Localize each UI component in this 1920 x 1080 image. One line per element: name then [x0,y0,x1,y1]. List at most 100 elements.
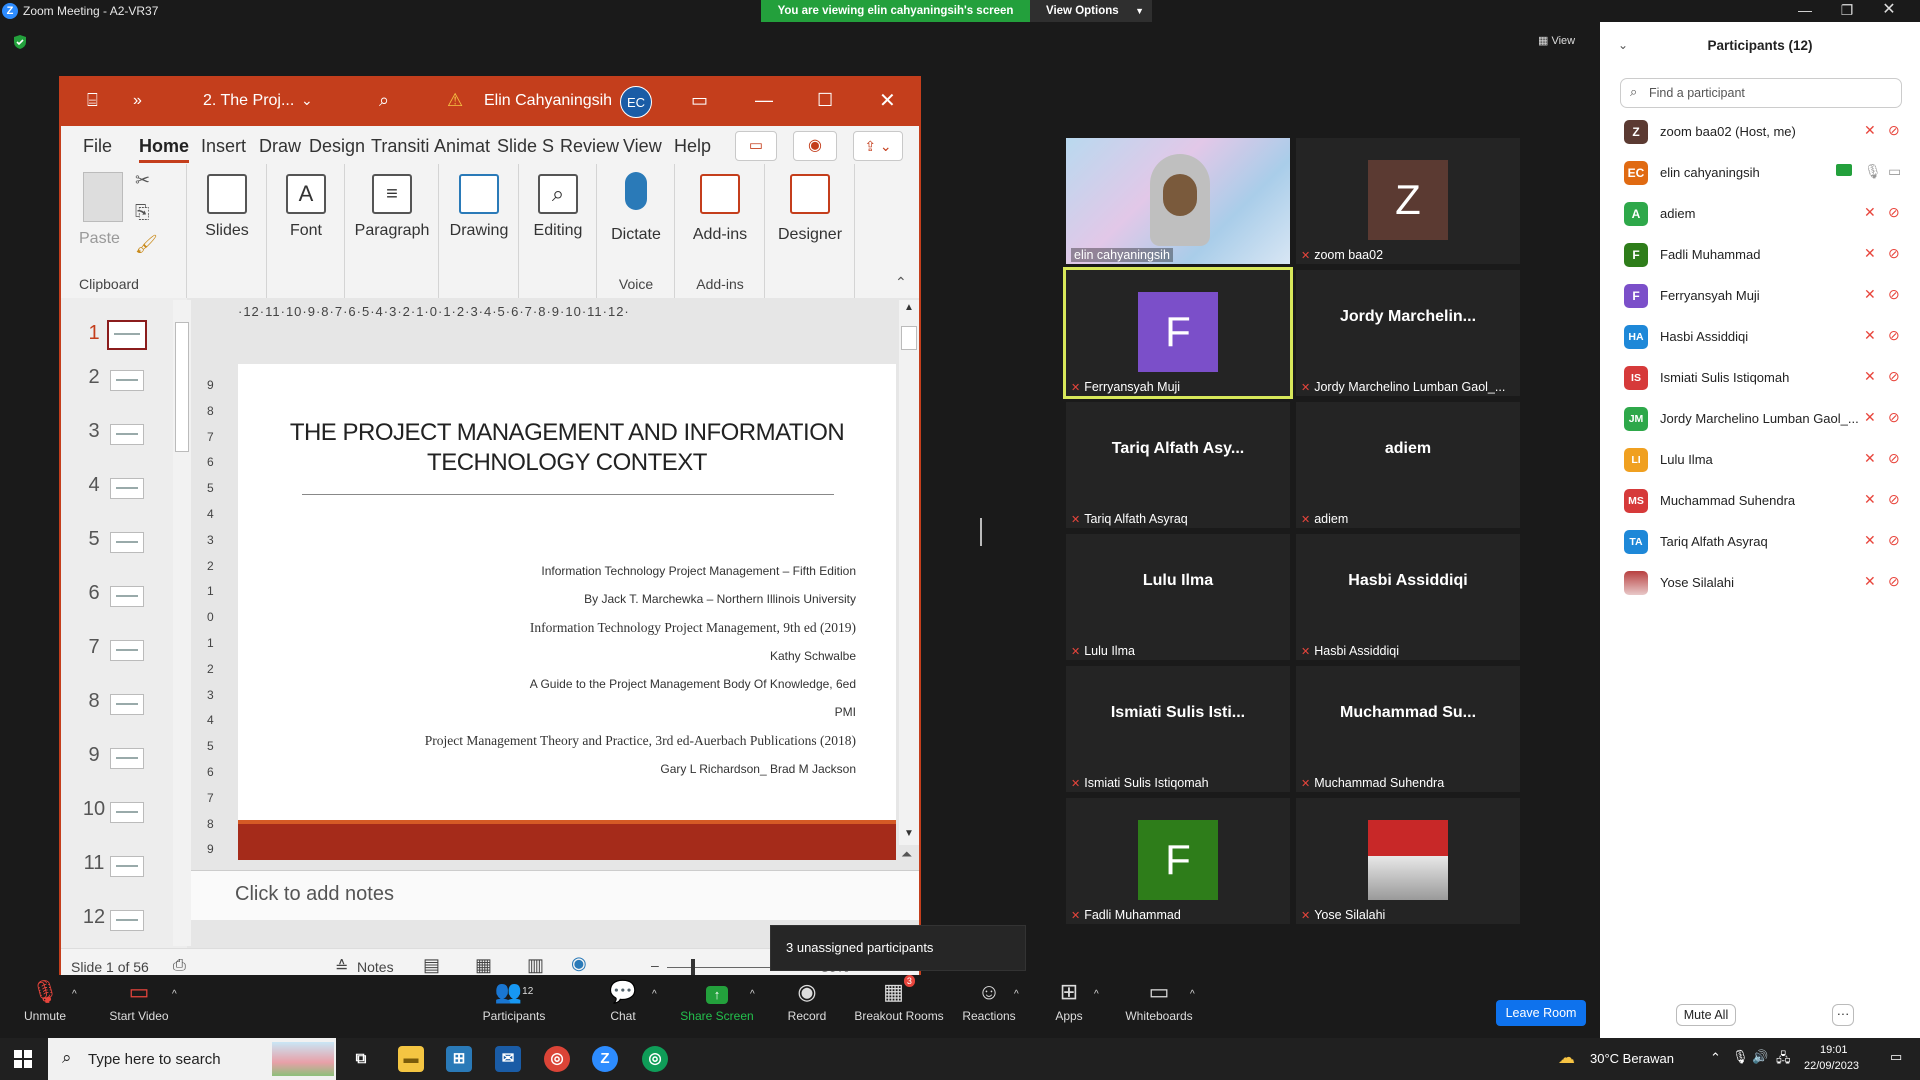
muted-mic-icon[interactable]: ✕ [1864,327,1876,344]
slide-thumbnail[interactable] [110,370,144,391]
mute-all-button[interactable]: Mute All [1676,1004,1736,1026]
chrome-icon[interactable]: ◎ [544,1046,570,1072]
muted-mic-icon[interactable]: ✕ [1864,573,1876,590]
ppt-user-name[interactable]: Elin Cahyaningsih [484,92,612,110]
muted-mic-icon[interactable]: ✕ [1864,450,1876,467]
tray-chevron-icon[interactable]: ⌃ [1710,1050,1721,1066]
video-off-icon[interactable]: ⊘ [1888,286,1900,303]
ppt-close-icon[interactable]: ✕ [879,88,896,113]
addins-label[interactable]: Add-ins [675,226,765,244]
mic-icon[interactable]: 🎙 [1864,163,1882,180]
video-off-icon[interactable]: ⊘ [1888,368,1900,385]
video-tile[interactable]: Z ✕ zoom baa02 [1296,138,1520,264]
warning-icon[interactable]: ⚠ [447,90,463,111]
participant-row[interactable]: IS Ismiati Sulis Istiqomah ✕ ⊘ [1600,356,1920,397]
view-options-button[interactable]: View Options ▼ [1030,0,1152,22]
video-icon[interactable]: ▭ [1888,163,1901,180]
slide-thumbnail[interactable] [110,478,144,499]
slideshow-icon[interactable]: ◉ [571,953,587,974]
muted-mic-icon[interactable]: ✕ [1864,532,1876,549]
more-options-button[interactable]: ··· [1832,1004,1854,1026]
participant-row[interactable]: EC elin cahyaningsih 🎙 ▭ [1600,151,1920,192]
video-off-icon[interactable]: ⊘ [1888,245,1900,262]
slide-thumbnail[interactable] [110,910,144,931]
menu-animations[interactable]: Animat [434,136,490,157]
video-options-caret[interactable]: ^ [172,989,177,1000]
video-off-icon[interactable]: ⊘ [1888,204,1900,221]
share-icon[interactable]: ⇪ ⌄ [853,131,903,161]
editing-group[interactable]: ⌕ Editing [519,164,597,298]
slide-thumbnail[interactable] [110,856,144,877]
muted-mic-icon[interactable]: ✕ [1864,122,1876,139]
slide-thumbnail[interactable] [110,586,144,607]
video-tile[interactable]: Jordy Marchelin... ✕ Jordy Marchelino Lum… [1296,270,1520,396]
zoom-slider-handle[interactable] [691,959,695,975]
chat-button[interactable]: 💬 Chat [600,975,646,1038]
weather-text[interactable]: 30°C Berawan [1590,1051,1674,1066]
menu-home[interactable]: Home [139,136,190,163]
notes-icon[interactable]: ≙ [335,957,348,977]
more-commands-icon[interactable]: » [133,92,142,110]
leave-room-button[interactable]: Leave Room [1496,1000,1586,1026]
muted-mic-icon[interactable]: ✕ [1864,491,1876,508]
drawing-group[interactable]: Drawing [439,164,519,298]
chat-options-caret[interactable]: ^ [652,989,657,1000]
previous-slide-icon[interactable]: ⏶ [901,846,912,863]
muted-mic-icon[interactable]: ✕ [1864,286,1876,303]
video-off-icon[interactable]: ⊘ [1888,532,1900,549]
video-tile[interactable]: ✕ Yose Silalahi [1296,798,1520,924]
scroll-thumb[interactable] [175,322,189,452]
slides-group[interactable]: Slides [187,164,267,298]
scroll-down-icon[interactable]: ▼ [899,828,919,839]
share-options-caret[interactable]: ^ [750,989,755,1000]
reactions-options-caret[interactable]: ^ [1014,989,1019,1000]
record-button[interactable]: ◉ Record [782,975,832,1038]
whiteboards-button[interactable]: ▭ Whiteboards [1122,975,1196,1038]
dictate-label[interactable]: Dictate [597,226,675,244]
sorter-view-icon[interactable]: ▦ [475,955,492,976]
muted-mic-icon[interactable]: ✕ [1864,368,1876,385]
participant-row[interactable]: Yose Silalahi ✕ ⊘ [1600,561,1920,602]
slide-thumbnail[interactable] [110,694,144,715]
menu-review[interactable]: Review [560,136,619,157]
participant-row[interactable]: LI Lulu Ilma ✕ ⊘ [1600,438,1920,479]
participant-search-input[interactable]: ⌕ Find a participant [1620,78,1902,108]
participants-button[interactable]: 👥12 Participants [474,975,554,1038]
restore-icon[interactable]: ❐ [1826,0,1868,22]
clock-time[interactable]: 19:01 [1820,1044,1848,1056]
zoom-slider[interactable] [667,967,777,968]
unmute-button[interactable]: 🎙 Unmute [14,975,76,1038]
participant-row[interactable]: F Ferryansyah Muji ✕ ⊘ [1600,274,1920,315]
scroll-up-icon[interactable]: ▲ [899,302,919,313]
slide-thumbnail[interactable] [110,802,144,823]
slide-thumbnail[interactable] [110,424,144,445]
audio-options-caret[interactable]: ^ [72,989,77,1000]
encryption-shield-icon[interactable] [12,34,28,50]
ppt-user-avatar[interactable]: EC [620,86,652,118]
muted-mic-icon[interactable]: ✕ [1864,409,1876,426]
start-video-button[interactable]: ▭ Start Video [100,975,178,1038]
video-tile[interactable]: Lulu Ilma ✕ Lulu Ilma [1066,534,1290,660]
cut-icon[interactable]: ✂ [135,170,150,191]
notes-button[interactable]: Notes [357,959,394,975]
scroll-thumb[interactable] [901,326,917,350]
close-window-icon[interactable]: ✕ [1868,0,1910,22]
microphone-icon[interactable] [625,172,647,210]
chrome-profile-icon[interactable]: ◎ [642,1046,668,1072]
search-icon[interactable]: ⌕ [379,90,389,111]
speaker-icon[interactable]: 🔊 [1752,1049,1768,1065]
apps-options-caret[interactable]: ^ [1094,989,1099,1000]
minimize-icon[interactable]: — [1784,0,1826,22]
normal-view-icon[interactable]: ▤ [423,955,440,976]
video-off-icon[interactable]: ⊘ [1888,573,1900,590]
slide-title[interactable]: THE PROJECT MANAGEMENT AND INFORMATION T… [268,418,866,478]
file-explorer-icon[interactable]: ▬ [398,1046,424,1072]
comments-icon[interactable]: ▭ [735,131,777,161]
video-off-icon[interactable]: ⊘ [1888,122,1900,139]
menu-file[interactable]: File [83,136,112,157]
video-tile[interactable]: Hasbi Assiddiqi ✕ Hasbi Assiddiqi [1296,534,1520,660]
slide-thumbnail[interactable] [110,640,144,661]
participant-row[interactable]: A adiem ✕ ⊘ [1600,192,1920,233]
task-view-icon[interactable]: ⧉ [348,1046,374,1072]
format-painter-icon[interactable]: 🖌 [135,234,158,255]
